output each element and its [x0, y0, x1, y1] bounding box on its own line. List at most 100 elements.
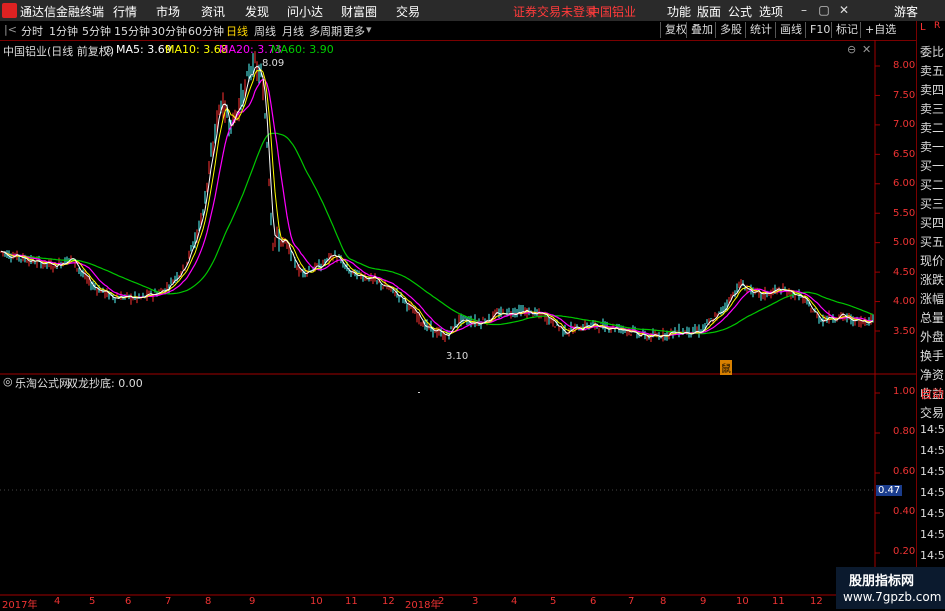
- close-pane-icon[interactable]: ✕: [862, 43, 871, 56]
- quote-panel: L R 委比 卖五 卖四 卖三 卖二 卖一 买一 买二 买三 买四 买五 现价 涨跌 涨幅 总量 外盘 换手 净资…: [916, 21, 945, 609]
- quote-field-label: 卖三: [920, 102, 945, 116]
- toolbar-button[interactable]: 画线: [775, 22, 806, 38]
- toolbar-button[interactable]: +自选: [860, 22, 900, 38]
- y-tick: 8.00: [893, 60, 916, 71]
- tick-time: 14:56: [920, 507, 945, 520]
- tick-time: 14:56: [920, 486, 945, 499]
- period-tab[interactable]: 15分钟: [114, 23, 150, 39]
- menu-bar: 通达信金融终端 行情 市场 资讯 发现 问小达 财富圈 交易 证券交易未登录 中…: [0, 0, 945, 22]
- x-tick: 10: [736, 596, 749, 607]
- low-price-label: 3.10: [446, 351, 469, 362]
- toolbar-button[interactable]: F10: [805, 22, 834, 38]
- event-marker[interactable]: 鼠: [720, 360, 732, 375]
- panel-l-label[interactable]: L: [920, 22, 926, 33]
- indicator-settings-icon[interactable]: ◎: [3, 375, 13, 388]
- period-tab[interactable]: 1分钟: [49, 23, 78, 39]
- period-tab[interactable]: 5分钟: [82, 23, 111, 39]
- menu-news[interactable]: 资讯: [201, 3, 225, 20]
- panel-r-label[interactable]: R: [934, 21, 940, 31]
- quote-field-label: 卖五: [920, 64, 945, 78]
- app-title: 通达信金融终端: [20, 5, 105, 19]
- menu-trade[interactable]: 交易: [396, 3, 420, 20]
- quote-field-label: 净资: [920, 368, 945, 382]
- toolbar-collapse-icon[interactable]: |<: [4, 23, 17, 36]
- tick-time: 14:56: [920, 549, 945, 562]
- quote-field-label: 卖四: [920, 83, 945, 97]
- x-tick: 5: [550, 596, 557, 607]
- minimize-icon[interactable]: –: [796, 2, 812, 18]
- period-tab[interactable]: 周线: [254, 23, 276, 39]
- x-tick: 12: [810, 596, 823, 607]
- period-tab[interactable]: 多周期: [309, 23, 342, 39]
- menu-functions[interactable]: 功能: [667, 3, 691, 20]
- toolbar-button[interactable]: 统计: [745, 22, 776, 38]
- y-tick: 0.60: [893, 466, 916, 477]
- x-tick: 6: [590, 596, 597, 607]
- menu-ask[interactable]: 问小达: [287, 3, 323, 20]
- more-periods[interactable]: 更多: [343, 23, 365, 39]
- quote-field-label: 买五: [920, 235, 945, 249]
- settings-icon[interactable]: ◎: [104, 43, 114, 56]
- menu-market[interactable]: 市场: [156, 3, 180, 20]
- ma60-value: MA60: 3.90: [271, 43, 334, 56]
- ma60-line: [0, 132, 874, 335]
- quote-field-label: 换手: [920, 349, 945, 363]
- x-tick: 9: [249, 596, 256, 607]
- period-tab-active[interactable]: 日线: [226, 23, 248, 39]
- menu-quotes[interactable]: 行情: [113, 3, 137, 20]
- y-tick: 4.00: [893, 296, 916, 307]
- menu-options[interactable]: 选项: [759, 3, 783, 20]
- quote-field-label: 委比: [920, 45, 945, 59]
- quote-field-label: 涨跌: [920, 273, 945, 287]
- period-tab[interactable]: 分时: [21, 23, 43, 39]
- y-tick: 0.20: [893, 546, 916, 557]
- ma20-line: [0, 78, 874, 337]
- dropdown-arrow-icon[interactable]: ▾: [366, 23, 372, 36]
- chart-canvas[interactable]: [0, 40, 916, 609]
- guest-label[interactable]: 游客: [894, 3, 918, 20]
- x-tick: 11: [772, 596, 785, 607]
- x-tick: 10: [310, 596, 323, 607]
- x-tick: 8: [660, 596, 667, 607]
- tick-time: 14:56: [920, 465, 945, 478]
- auto-label[interactable]: 自动: [920, 385, 944, 402]
- quote-field-label: 总量: [920, 311, 945, 325]
- watermark-url: www.7gpzb.com: [843, 590, 942, 604]
- close-icon[interactable]: ✕: [836, 2, 852, 18]
- login-warning[interactable]: 证券交易未登录: [513, 3, 597, 20]
- y-tick: 4.50: [893, 267, 916, 278]
- x-tick: 6: [125, 596, 132, 607]
- y-tick: 1.00: [893, 386, 916, 397]
- quote-field-label: 买一: [920, 159, 945, 173]
- menu-formula[interactable]: 公式: [728, 3, 752, 20]
- indicator-formula: 双龙抄底: 0.00: [67, 377, 143, 390]
- toolbar-button[interactable]: 多股: [715, 22, 746, 38]
- x-tick: 5: [89, 596, 96, 607]
- y-tick: 6.50: [893, 149, 916, 160]
- period-toolbar: |< 分时 1分钟 5分钟 15分钟 30分钟 60分钟 日线 周线 月线 多周…: [0, 21, 916, 41]
- tick-time: 14:56: [920, 444, 945, 457]
- y-tick: 0.40: [893, 506, 916, 517]
- y-tick: 5.50: [893, 208, 916, 219]
- minimize-pane-icon[interactable]: ⊖: [847, 43, 856, 56]
- x-tick: 3: [472, 596, 479, 607]
- x-tick: 11: [345, 596, 358, 607]
- trade-label[interactable]: 交易: [920, 404, 944, 421]
- period-tab[interactable]: 60分钟: [188, 23, 224, 39]
- quote-field-label: 卖一: [920, 140, 945, 154]
- toolbar-button[interactable]: 标记: [831, 22, 862, 38]
- x-tick: 12: [382, 596, 395, 607]
- period-tab[interactable]: 月线: [282, 23, 304, 39]
- crosshair-value: 0.47: [876, 485, 903, 496]
- quote-field-label: 买三: [920, 197, 945, 211]
- toolbar-button[interactable]: 叠加: [686, 22, 717, 38]
- current-stock: 中国铝业: [588, 5, 637, 19]
- restore-icon[interactable]: ▢: [816, 2, 832, 18]
- tick-time: 14:56: [920, 423, 945, 436]
- x-tick: 7: [628, 596, 635, 607]
- menu-wealth[interactable]: 财富圈: [341, 3, 377, 20]
- y-tick: 6.00: [893, 178, 916, 189]
- menu-discover[interactable]: 发现: [245, 3, 269, 20]
- period-tab[interactable]: 30分钟: [151, 23, 187, 39]
- menu-layout[interactable]: 版面: [697, 3, 721, 20]
